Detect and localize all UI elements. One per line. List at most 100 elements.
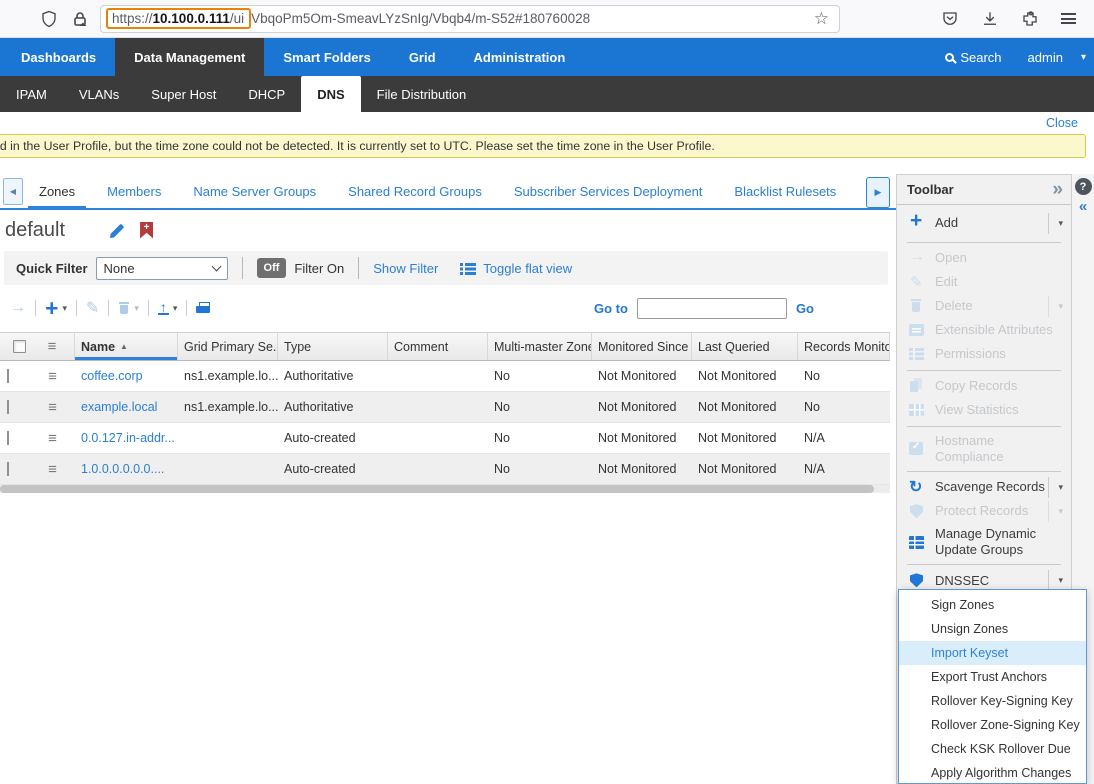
toolbar-item[interactable]: [907, 426, 1061, 427]
nav-item[interactable]: Data Management: [115, 38, 264, 76]
dropdown-caret-icon[interactable]: ▾: [1048, 296, 1066, 317]
tab-scroll-right-button[interactable]: ▶: [866, 177, 890, 208]
scrollbar-thumb[interactable]: [0, 485, 874, 493]
toolbar-item[interactable]: [907, 564, 1061, 565]
toolbar-item[interactable]: Permissions: [897, 342, 1071, 366]
dnssec-menu-item[interactable]: Rollover Zone-Signing Key: [899, 713, 1086, 737]
collapse-panel-icon[interactable]: «: [1079, 198, 1087, 215]
row-grip-icon[interactable]: ≡: [30, 368, 75, 385]
help-icon[interactable]: ?: [1075, 178, 1092, 195]
tab[interactable]: Blacklist Rulesets: [718, 174, 852, 208]
tab[interactable]: Subscriber Services Deployment: [498, 174, 719, 208]
column-header-monitored-since[interactable]: Monitored Since: [592, 333, 692, 360]
tab[interactable]: Name Server Groups: [177, 174, 332, 208]
toolbar-item[interactable]: Extensible Attributes: [897, 318, 1071, 342]
dnssec-menu-item[interactable]: Check KSK Rollover Due: [899, 737, 1086, 761]
tab[interactable]: Members: [91, 174, 177, 208]
bookmark-add-icon[interactable]: +: [140, 222, 153, 239]
row-checkbox[interactable]: [7, 431, 9, 445]
pocket-save-icon[interactable]: [941, 10, 959, 28]
subnav-item[interactable]: Super Host: [135, 76, 232, 112]
export-button[interactable]: ↑▾: [158, 301, 178, 315]
subnav-item[interactable]: File Distribution: [361, 76, 483, 112]
column-header-type[interactable]: Type: [278, 333, 388, 360]
delete-button[interactable]: ▾: [118, 301, 139, 315]
add-caret-icon[interactable]: ▾: [62, 303, 67, 314]
subnav-item[interactable]: DHCP: [232, 76, 301, 112]
select-all-checkbox[interactable]: [13, 340, 26, 353]
dropdown-caret-icon[interactable]: ▾: [1048, 477, 1066, 498]
toggle-flat-view-link[interactable]: Toggle flat view: [483, 261, 572, 276]
user-menu[interactable]: admin: [1028, 50, 1063, 65]
goto-input[interactable]: [637, 298, 787, 319]
row-grip-icon[interactable]: ≡: [30, 399, 75, 416]
nav-item[interactable]: Smart Folders: [264, 38, 389, 76]
dnssec-menu-item[interactable]: Import Keyset: [899, 641, 1086, 665]
show-filter-link[interactable]: Show Filter: [373, 261, 438, 276]
dnssec-menu-item[interactable]: Rollover Key-Signing Key: [899, 689, 1086, 713]
zone-name-link[interactable]: 0.0.127.in-addr...: [81, 431, 175, 445]
row-checkbox[interactable]: [7, 462, 9, 476]
toolbar-item[interactable]: Copy Records: [897, 374, 1071, 398]
dnssec-menu-item[interactable]: Sign Zones: [899, 593, 1086, 617]
toolbar-item[interactable]: Add ▾: [897, 208, 1071, 238]
column-header-last-queried[interactable]: Last Queried: [692, 333, 798, 360]
print-button[interactable]: [196, 302, 210, 315]
delete-caret-icon[interactable]: ▾: [134, 303, 139, 314]
nav-item[interactable]: Dashboards: [2, 38, 115, 76]
toolbar-item[interactable]: [907, 370, 1061, 371]
lock-icon[interactable]: [72, 11, 88, 27]
row-checkbox[interactable]: [7, 400, 9, 414]
go-button[interactable]: Go: [796, 301, 814, 316]
edit-title-pencil-icon[interactable]: [109, 222, 126, 239]
dnssec-menu-item[interactable]: Apply Algorithm Changes: [899, 761, 1086, 784]
user-caret-icon[interactable]: ▾: [1081, 52, 1086, 63]
header-grip-icon[interactable]: ≡: [30, 333, 75, 360]
subnav-item[interactable]: IPAM: [0, 76, 63, 112]
url-bar[interactable]: https://10.100.0.111/ui VbqoPm5Om-SmeavL…: [100, 5, 840, 33]
export-caret-icon[interactable]: ▾: [173, 303, 178, 314]
toolbar-item[interactable]: Hostname Compliance: [897, 430, 1071, 467]
column-header-grid-primary[interactable]: Grid Primary Se...: [178, 333, 278, 360]
toolbar-item[interactable]: Manage Dynamic Update Groups: [897, 523, 1071, 560]
global-search-button[interactable]: Search: [945, 50, 1001, 65]
zone-name-link[interactable]: 1.0.0.0.0.0.0....: [81, 462, 164, 476]
tab[interactable]: Zones: [23, 174, 91, 208]
add-button[interactable]: +▾: [45, 299, 67, 317]
toolbar-item[interactable]: [907, 242, 1061, 243]
subnav-item[interactable]: VLANs: [63, 76, 135, 112]
column-header-multi-master[interactable]: Multi-master Zone: [488, 333, 592, 360]
toolbar-item[interactable]: Protect Records ▾: [897, 499, 1071, 523]
column-header-comment[interactable]: Comment: [388, 333, 488, 360]
nav-item[interactable]: Administration: [455, 38, 585, 76]
filter-on-toggle[interactable]: Off: [257, 258, 287, 278]
tracking-shield-icon[interactable]: [40, 10, 58, 28]
toolbar-item[interactable]: Open: [897, 246, 1071, 270]
column-header-records-monitored[interactable]: Records Monitored: [798, 333, 890, 360]
toolbar-item[interactable]: Edit: [897, 270, 1071, 294]
dropdown-caret-icon[interactable]: ▾: [1048, 213, 1066, 234]
toolbar-item[interactable]: Scavenge Records ▾: [897, 475, 1071, 499]
column-header-name[interactable]: Name▲: [75, 333, 178, 360]
dropdown-caret-icon[interactable]: ▾: [1048, 501, 1066, 522]
close-link[interactable]: Close: [1046, 116, 1078, 130]
row-checkbox[interactable]: [7, 369, 9, 383]
dropdown-caret-icon[interactable]: ▾: [1048, 570, 1066, 591]
tab[interactable]: DNS64 Groups: [852, 174, 866, 208]
edit-button[interactable]: ✎: [86, 298, 99, 318]
tab-scroll-left-button[interactable]: ◀: [3, 178, 23, 205]
row-grip-icon[interactable]: ≡: [30, 461, 75, 478]
zone-name-link[interactable]: example.local: [81, 400, 157, 414]
browser-menu-icon[interactable]: [1061, 13, 1076, 24]
zone-name-link[interactable]: coffee.corp: [81, 369, 143, 383]
dnssec-menu-item[interactable]: Export Trust Anchors: [899, 665, 1086, 689]
toolbar-item[interactable]: [907, 471, 1061, 472]
dnssec-menu-item[interactable]: Unsign Zones: [899, 617, 1086, 641]
horizontal-scrollbar[interactable]: [0, 485, 890, 493]
toolbar-item[interactable]: View Statistics: [897, 398, 1071, 422]
nav-item[interactable]: Grid: [390, 38, 455, 76]
bookmark-star-icon[interactable]: ☆: [814, 9, 829, 29]
collapse-toolbar-icon[interactable]: »: [1052, 179, 1061, 201]
downloads-icon[interactable]: [981, 10, 999, 28]
toolbar-item[interactable]: Delete ▾: [897, 294, 1071, 318]
